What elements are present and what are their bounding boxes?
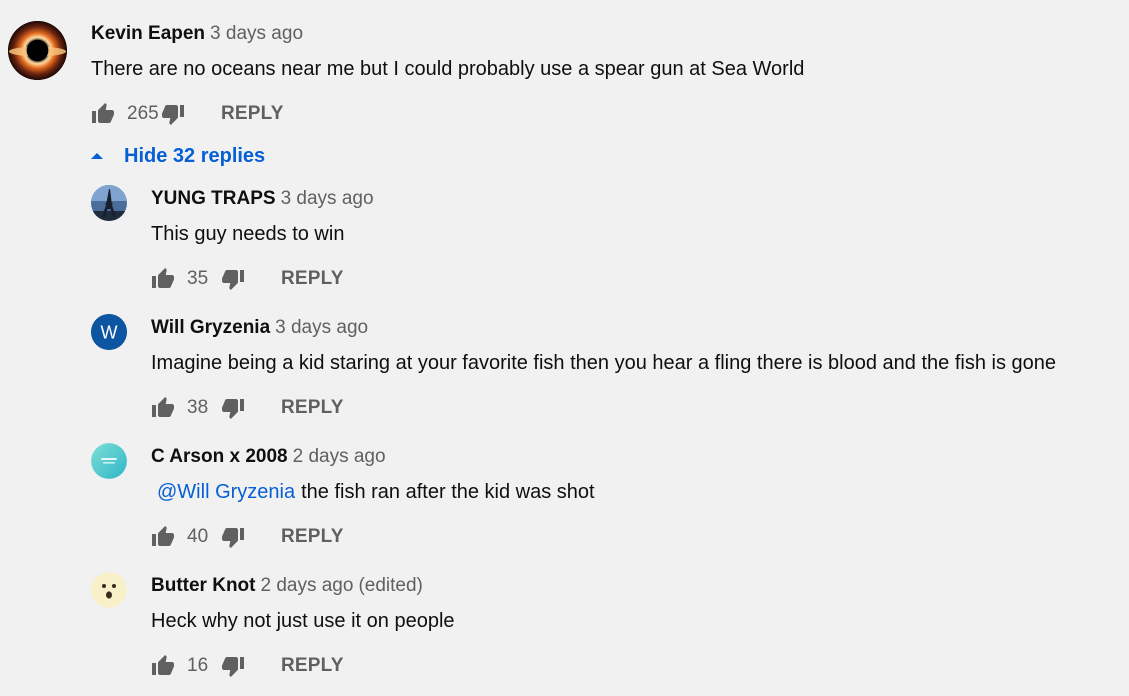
- reply-header: Will Gryzenia 3 days ago: [151, 316, 368, 340]
- reply-button[interactable]: REPLY: [281, 526, 344, 548]
- dislike-icon[interactable]: [221, 267, 245, 291]
- reply-button[interactable]: REPLY: [221, 103, 284, 125]
- dislike-icon[interactable]: [221, 525, 245, 549]
- caret-up-icon: [90, 149, 104, 163]
- reply-actions: 40 REPLY: [151, 523, 344, 551]
- comment-author[interactable]: Kevin Eapen: [91, 23, 205, 44]
- like-icon[interactable]: [151, 267, 175, 291]
- reply-timestamp[interactable]: 2 days ago: [260, 575, 353, 596]
- mention-link[interactable]: @Will Gryzenia: [157, 481, 295, 503]
- eiffel-tower-icon: [91, 185, 127, 221]
- reply-author[interactable]: C Arson x 2008: [151, 446, 288, 467]
- surprised-face-avatar[interactable]: [91, 572, 127, 608]
- surprised-face-icon: [91, 572, 127, 608]
- reply-header: C Arson x 2008 2 days ago: [151, 445, 386, 469]
- black-hole-avatar[interactable]: [8, 21, 67, 80]
- comment-header: Kevin Eapen 3 days ago: [91, 22, 303, 46]
- eiffel-tower-avatar[interactable]: [91, 185, 127, 221]
- comment-text: There are no oceans near me but I could …: [91, 58, 805, 80]
- letter-w-icon: W: [91, 314, 127, 350]
- reply-text: @Will Gryzenia the fish ran after the kid…: [151, 479, 595, 505]
- dislike-icon[interactable]: [221, 396, 245, 420]
- reply-button[interactable]: REPLY: [281, 397, 344, 419]
- black-hole-icon: [8, 21, 67, 80]
- dislike-icon[interactable]: [221, 654, 245, 678]
- reply-text: Imagine being a kid staring at your favo…: [151, 352, 1056, 374]
- comment-timestamp[interactable]: 3 days ago: [210, 23, 303, 44]
- reply-timestamp[interactable]: 2 days ago: [293, 446, 386, 467]
- reply-author[interactable]: Butter Knot: [151, 575, 255, 596]
- dislike-icon[interactable]: [161, 102, 185, 126]
- reply-header: YUNG TRAPS 3 days ago: [151, 187, 374, 211]
- reply-timestamp[interactable]: 3 days ago: [281, 188, 374, 209]
- like-icon[interactable]: [151, 654, 175, 678]
- like-icon[interactable]: [91, 102, 115, 126]
- reply-author[interactable]: YUNG TRAPS: [151, 188, 276, 209]
- comment-actions: 265 REPLY: [91, 100, 284, 128]
- reply-actions: 38 REPLY: [151, 394, 344, 422]
- teal-logo-icon: [91, 443, 127, 479]
- reply-header: Butter Knot 2 days ago (edited): [151, 574, 423, 598]
- reply-actions: 35 REPLY: [151, 265, 344, 293]
- hide-replies-label: Hide 32 replies: [124, 144, 266, 167]
- reply-text: Heck why not just use it on people: [151, 610, 455, 632]
- reply-text-body: the fish ran after the kid was shot: [301, 481, 595, 503]
- like-icon[interactable]: [151, 396, 175, 420]
- reply-timestamp[interactable]: 3 days ago: [275, 317, 368, 338]
- hide-replies-button[interactable]: Hide 32 replies: [90, 143, 265, 169]
- edited-label: (edited): [358, 575, 423, 596]
- reply-actions: 16 REPLY: [151, 652, 344, 680]
- letter-w-avatar[interactable]: W: [91, 314, 127, 350]
- reply-button[interactable]: REPLY: [281, 655, 344, 677]
- like-icon[interactable]: [151, 525, 175, 549]
- avatar-letter: W: [101, 323, 118, 343]
- teal-logo-avatar[interactable]: [91, 443, 127, 479]
- reply-text: This guy needs to win: [151, 223, 345, 245]
- reply-author[interactable]: Will Gryzenia: [151, 317, 270, 338]
- reply-button[interactable]: REPLY: [281, 268, 344, 290]
